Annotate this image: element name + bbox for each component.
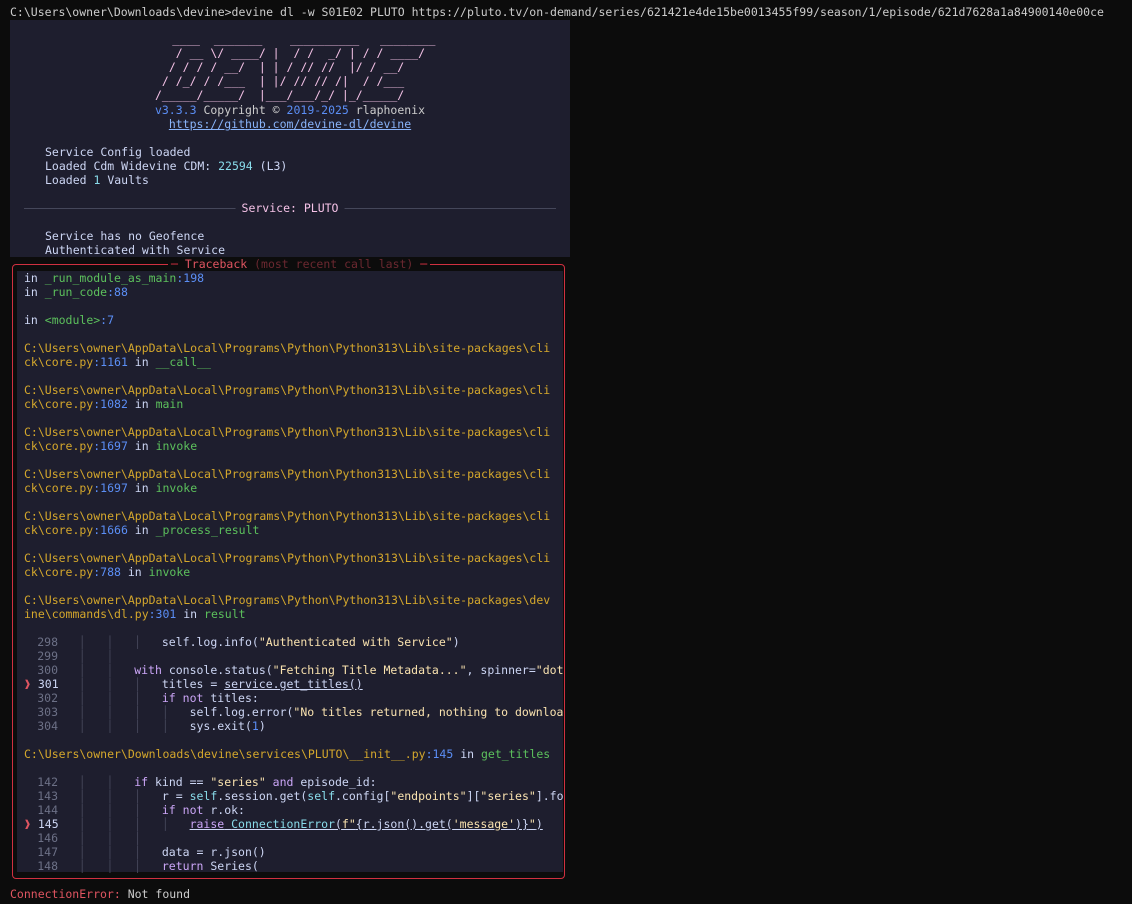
status-vaults: Loaded 1 Vaults	[45, 173, 149, 187]
frame-line: in <module>:7	[24, 313, 115, 327]
code-line: 298 │ │ │ self.log.info("Authenticated w…	[37, 635, 460, 649]
frame-path: C:\Users\owner\AppData\Local\Programs\Py…	[24, 509, 551, 523]
frame-line: C:\Users\owner\Downloads\devine\services…	[24, 747, 551, 761]
code-line: 303 │ │ │ │ self.log.error("No titles re…	[37, 705, 564, 719]
code-line: 300 │ │ with console.status("Fetching Ti…	[37, 663, 564, 677]
frame-path: C:\Users\owner\AppData\Local\Programs\Py…	[24, 593, 551, 607]
frame-path: C:\Users\owner\AppData\Local\Programs\Py…	[24, 425, 551, 439]
status-cdm: Loaded Cdm Widevine CDM: 22594 (L3)	[45, 159, 288, 173]
frame-line: ck\core.py:1161 in __call__	[24, 355, 211, 369]
error-line: ConnectionError: Not found	[10, 887, 191, 901]
frame-line: in _run_code:88	[24, 285, 128, 299]
status-authenticated: Authenticated with Service	[45, 243, 226, 257]
service-rule: Service: PLUTO	[24, 201, 556, 215]
code-line-current: ❱ 301 │ │ │ titles = service.get_titles(…	[24, 677, 363, 691]
code-line: 142 │ │ if kind == "series" and episode_…	[37, 775, 377, 789]
status-geofence: Service has no Geofence	[45, 229, 205, 243]
code-line: 146 │ │ │	[37, 831, 142, 845]
frame-path: C:\Users\owner\AppData\Local\Programs\Py…	[24, 383, 551, 397]
code-line: 302 │ │ │ if not titles:	[37, 691, 259, 705]
github-link[interactable]: https://github.com/devine-dl/devine	[10, 117, 570, 131]
current-line-marker-icon: ❱	[24, 677, 31, 691]
traceback-title: ─ Traceback (most recent call last) ─	[168, 257, 431, 271]
status-config: Service Config loaded	[45, 145, 191, 159]
frame-line: ck\core.py:788 in invoke	[24, 565, 191, 579]
current-line-marker-icon: ❱	[24, 817, 31, 831]
devine-banner: ____ _______ __________ ________ / __ \/…	[10, 20, 570, 257]
frame-line: ck\core.py:1082 in main	[24, 397, 184, 411]
code-line: 147 │ │ │ data = r.json()	[37, 845, 266, 859]
frame-path: C:\Users\owner\AppData\Local\Programs\Py…	[24, 551, 551, 565]
version-line: v3.3.3 Copyright © 2019-2025 rlaphoenix	[154, 103, 426, 117]
frame-line: ine\commands\dl.py:301 in result	[24, 607, 246, 621]
code-line-current: ❱ 145 │ │ │ │ raise ConnectionError(f"{r…	[24, 817, 543, 831]
code-line: 143 │ │ │ r = self.session.get(self.conf…	[37, 789, 564, 803]
command-line: C:\Users\owner\Downloads\devine>devine d…	[10, 5, 1104, 19]
frame-line: ck\core.py:1697 in invoke	[24, 481, 198, 495]
code-line: 144 │ │ │ if not r.ok:	[37, 803, 245, 817]
frame-path: C:\Users\owner\AppData\Local\Programs\Py…	[24, 467, 551, 481]
code-line: 304 │ │ │ │ sys.exit(1)	[37, 719, 266, 733]
frame-line: in _run_module_as_main:198	[24, 271, 205, 285]
ascii-logo: ____ _______ __________ ________ / __ \/…	[144, 32, 436, 102]
code-line: 148 │ │ │ return Series(	[37, 859, 259, 873]
service-label: Service: PLUTO	[235, 201, 345, 215]
frame-line: ck\core.py:1697 in invoke	[24, 439, 198, 453]
code-line: 299 │ │	[37, 649, 114, 663]
frame-line: ck\core.py:1666 in _process_result	[24, 523, 260, 537]
frame-path: C:\Users\owner\AppData\Local\Programs\Py…	[24, 341, 551, 355]
